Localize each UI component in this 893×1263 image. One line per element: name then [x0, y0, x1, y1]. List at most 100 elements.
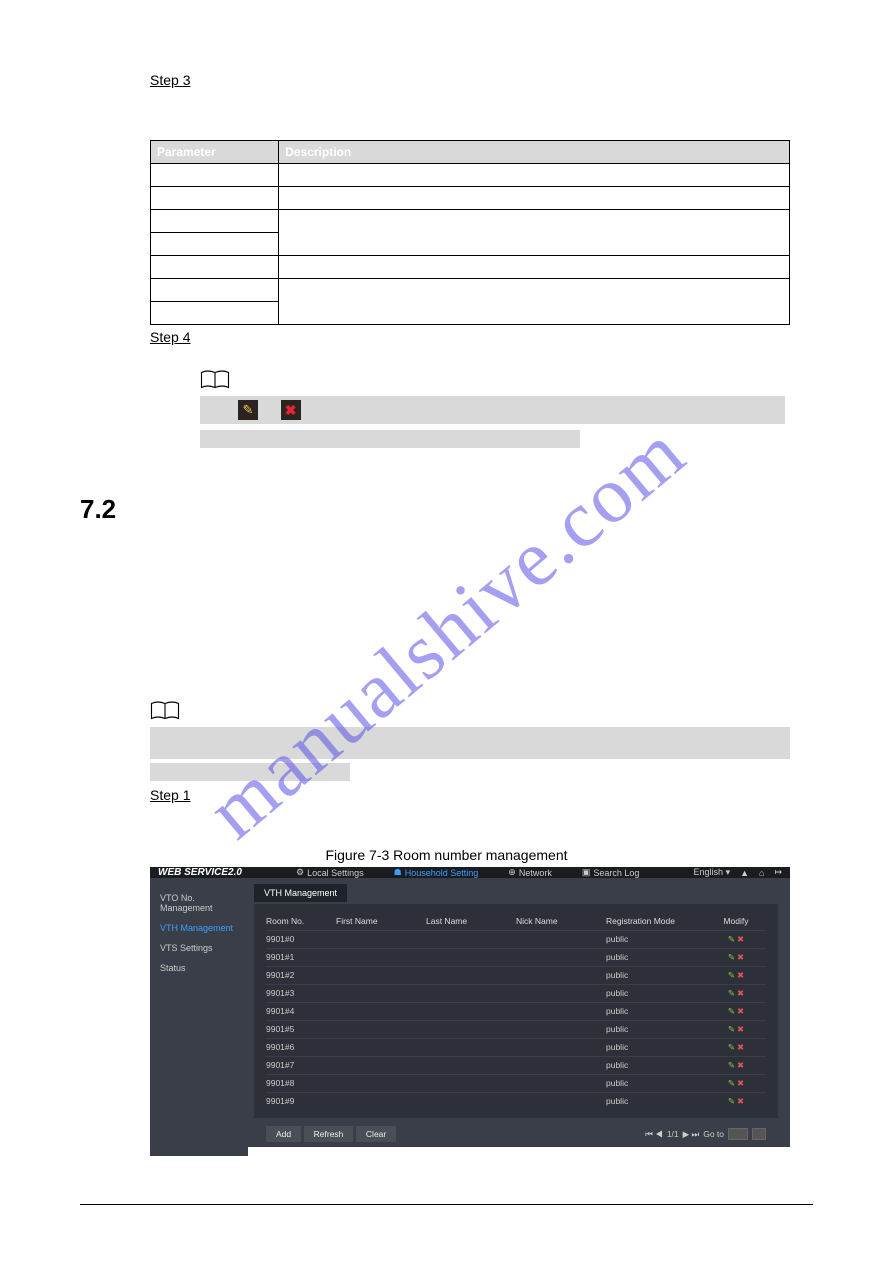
row-edit-icon[interactable]: ✎: [728, 1042, 735, 1052]
cell-reg: public: [606, 1060, 706, 1071]
nav-label: Local Settings: [307, 868, 364, 878]
nav-label: Household Setting: [405, 868, 479, 878]
cell-room: 9901#7: [266, 1060, 336, 1071]
row-edit-icon[interactable]: ✎: [728, 988, 735, 998]
pager-input[interactable]: [728, 1128, 748, 1140]
table-7-1-caption: Table 7-1 Add door stations: [80, 114, 813, 130]
param-cell: Unit No.: [151, 233, 279, 256]
table-row: 9901#8public✎✖: [266, 1074, 766, 1092]
param-header: Parameter: [151, 141, 279, 164]
tab-vth-management[interactable]: VTH Management: [254, 884, 347, 902]
cell-reg: public: [606, 1024, 706, 1035]
param-cell: Password: [151, 302, 279, 325]
lang-select[interactable]: English ▾: [694, 867, 731, 878]
clear-button[interactable]: Clear: [356, 1126, 396, 1142]
add-button[interactable]: Add: [266, 1126, 301, 1142]
side-vth-mgmt[interactable]: VTH Management: [150, 918, 248, 938]
user-icon[interactable]: ▲: [740, 868, 749, 878]
row-edit-icon[interactable]: ✎: [728, 1078, 735, 1088]
shot-top-right: English ▾ ▲ ⌂ ↦: [694, 867, 782, 878]
table-row: 9901#4public✎✖: [266, 1002, 766, 1020]
shot-logo: WEB SERVICE2.0: [158, 867, 242, 878]
cell-reg: public: [606, 1042, 706, 1053]
row-delete-icon[interactable]: ✖: [737, 934, 744, 944]
footer-right: 35: [800, 1209, 813, 1223]
row-delete-icon[interactable]: ✖: [737, 1042, 744, 1052]
col-modify: Modify: [706, 916, 766, 926]
page-footer: User's Manual 35: [80, 1204, 813, 1223]
nav-network[interactable]: ⊕ Network: [508, 867, 552, 878]
row-delete-icon[interactable]: ✖: [737, 1006, 744, 1016]
cell-reg: public: [606, 970, 706, 981]
cell-reg: public: [606, 952, 706, 963]
table-row: 9901#0 public ✎✖: [266, 930, 766, 948]
screenshot-vth-management: WEB SERVICE2.0 ⚙ Local Settings ☗ Househ…: [150, 867, 790, 1147]
refresh-button[interactable]: Refresh: [304, 1126, 354, 1142]
step1-label: Step 1: [150, 787, 813, 803]
row-edit-icon[interactable]: ✎: [728, 1096, 735, 1106]
table-row: 9901#3 public ✎✖: [266, 984, 766, 1002]
cell-reg: public: [606, 1006, 706, 1017]
table-row: 9901#2 public ✎✖: [266, 966, 766, 984]
nav-search-log[interactable]: ▣ Search Log: [582, 867, 640, 878]
side-vto-no-mgmt[interactable]: VTO No. Management: [150, 888, 248, 918]
row-edit-icon[interactable]: ✎: [728, 1006, 735, 1016]
param-cell: Rec No.: [151, 164, 279, 187]
nav-household-setting[interactable]: ☗ Household Setting: [394, 867, 479, 878]
cell-room: 9901#1: [266, 952, 336, 963]
desc-cell: IP address of the target VTO.: [279, 256, 790, 279]
subsection-text: You can add the planned room number to t…: [150, 656, 813, 692]
col-last-name: Last Name: [426, 916, 516, 926]
edit-icon: ✎: [238, 400, 258, 420]
note-text: Click or to modify or delete a VTO, or C…: [307, 403, 738, 417]
side-status[interactable]: Status: [150, 958, 248, 978]
nav-label: Network: [519, 868, 552, 878]
col-reg-mode: Registration Mode: [606, 916, 706, 926]
cell-room: 9901#0: [266, 934, 336, 945]
pager-next[interactable]: ▶ ⏭: [683, 1129, 700, 1140]
nav-label: Search Log: [593, 868, 639, 878]
row-delete-icon[interactable]: ✖: [737, 1096, 744, 1106]
row-edit-icon[interactable]: ✎: [728, 934, 735, 944]
row-delete-icon[interactable]: ✖: [737, 970, 744, 980]
side-vts-settings[interactable]: VTS Settings: [150, 938, 248, 958]
cell-room: 9901#3: [266, 988, 336, 999]
figure-caption: Figure 7-3 Room number management: [80, 847, 813, 863]
pager-go-button[interactable]: [752, 1128, 766, 1140]
shot-sidebar: VTO No. Management VTH Management VTS Se…: [150, 878, 248, 1156]
cell-reg: public: [606, 1096, 706, 1107]
section-number: 7.2: [80, 494, 116, 525]
row-edit-icon[interactable]: ✎: [728, 970, 735, 980]
figure-caption-text: Figure 7-3 Room number management: [325, 847, 567, 863]
table-row: 9901#6public✎✖: [266, 1038, 766, 1056]
pager-goto-label: Go to: [703, 1129, 724, 1139]
pager-text: 1/1: [667, 1129, 679, 1139]
row-delete-icon[interactable]: ✖: [737, 1024, 744, 1034]
param-cell: Register Password: [151, 187, 279, 210]
step3-label: Step 3: [150, 72, 813, 88]
note-bar-2: that you have logged in to cannot be mod…: [200, 430, 580, 448]
delete-icon: ✖: [281, 400, 301, 420]
desc-cell: Keep default value.: [279, 187, 790, 210]
home-icon[interactable]: ⌂: [759, 868, 764, 878]
nav-local-settings[interactable]: ⚙ Local Settings: [296, 867, 364, 878]
row-delete-icon[interactable]: ✖: [737, 988, 744, 998]
step3-text: Configure parameters.: [200, 92, 813, 108]
param-cell: IP Address: [151, 256, 279, 279]
cell-reg: public: [606, 988, 706, 999]
grid-header: Room No. First Name Last Name Nick Name …: [266, 912, 766, 930]
cell-reg: public: [606, 934, 706, 945]
col-first-name: First Name: [336, 916, 426, 926]
pager-prev[interactable]: ⏮ ◀: [645, 1129, 663, 1140]
logout-icon[interactable]: ↦: [774, 867, 782, 878]
row-edit-icon[interactable]: ✎: [728, 1060, 735, 1070]
row-delete-icon[interactable]: ✖: [737, 1060, 744, 1070]
cell-room: 9901#2: [266, 970, 336, 981]
row-delete-icon[interactable]: ✖: [737, 1078, 744, 1088]
col-room-no: Room No.: [266, 916, 336, 926]
cell-reg: public: [606, 1078, 706, 1089]
row-edit-icon[interactable]: ✎: [728, 1024, 735, 1034]
row-edit-icon[interactable]: ✎: [728, 952, 735, 962]
row-delete-icon[interactable]: ✖: [737, 952, 744, 962]
shot-topbar: WEB SERVICE2.0 ⚙ Local Settings ☗ Househ…: [150, 867, 790, 878]
